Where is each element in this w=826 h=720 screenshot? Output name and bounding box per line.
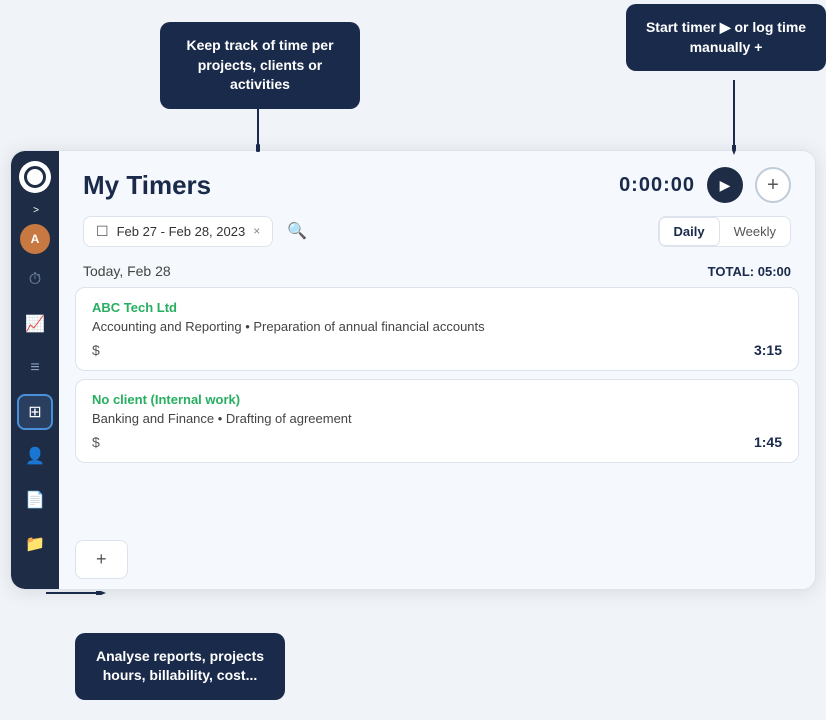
date-section: Today, Feb 28 TOTAL: 05:00 [59, 259, 815, 287]
entry-billing-0: $ [92, 342, 100, 358]
entry-card-0[interactable]: ABC Tech Ltd Accounting and Reporting • … [75, 287, 799, 371]
main-content: My Timers 0:00:00 ▶ + ☐ Feb 27 - Feb 28,… [59, 151, 815, 589]
play-icon: ▶ [720, 177, 731, 194]
filter-left: ☐ Feb 27 - Feb 28, 2023 × 🔍 [83, 215, 313, 247]
weekly-view-button[interactable]: Weekly [720, 217, 790, 246]
folders-icon: 📁 [25, 534, 45, 554]
entry-billing-1: $ [92, 434, 100, 450]
sidebar-item-analytics[interactable]: 📈 [17, 306, 53, 342]
entry-desc-0: Accounting and Reporting • Preparation o… [92, 319, 782, 334]
date-range-label: Feb 27 - Feb 28, 2023 [117, 224, 246, 239]
add-icon: + [767, 174, 779, 197]
add-entry-button[interactable]: + [75, 540, 128, 579]
timer-icon: ⏱ [29, 271, 41, 289]
entry-footer-1: $ 1:45 [92, 434, 782, 450]
analytics-icon: 📈 [25, 314, 45, 334]
sidebar: > A ⏱ 📈 ≡ ⊞ 👤 📄 📁 [11, 151, 59, 589]
sidebar-item-documents[interactable]: 📄 [17, 482, 53, 518]
add-entry-row: + [59, 530, 815, 589]
timer-display: 0:00:00 [619, 174, 695, 197]
sidebar-logo[interactable] [19, 161, 51, 193]
sidebar-item-grid[interactable]: ⊞ [17, 394, 53, 430]
entry-time-1: 1:45 [754, 434, 782, 450]
logo-icon [24, 166, 46, 188]
tooltip-track-time: Keep track of time per projects, clients… [160, 22, 360, 109]
total-label: TOTAL: 05:00 [708, 264, 791, 279]
date-label: Today, Feb 28 [83, 263, 171, 279]
entry-client-1: No client (Internal work) [92, 392, 782, 407]
play-button[interactable]: ▶ [707, 167, 743, 203]
filter-bar: ☐ Feb 27 - Feb 28, 2023 × 🔍 Daily Weekly [59, 215, 815, 259]
sidebar-item-folders[interactable]: 📁 [17, 526, 53, 562]
search-button[interactable]: 🔍 [281, 215, 313, 247]
list-icon: ≡ [30, 359, 39, 377]
sidebar-item-users[interactable]: 👤 [17, 438, 53, 474]
entry-time-0: 3:15 [754, 342, 782, 358]
view-toggle: Daily Weekly [658, 216, 791, 247]
page-title: My Timers [83, 170, 211, 201]
app-container: > A ⏱ 📈 ≡ ⊞ 👤 📄 📁 My Timers 0:00:00 [10, 150, 816, 590]
tooltip-start-timer: Start timer ▶ or log time manually + [626, 4, 826, 71]
tooltip-analyse-reports: Analyse reports, projects hours, billabi… [75, 633, 285, 700]
daily-view-button[interactable]: Daily [659, 217, 720, 246]
calendar-icon: ☐ [96, 223, 109, 240]
date-filter[interactable]: ☐ Feb 27 - Feb 28, 2023 × [83, 216, 273, 247]
sidebar-item-timers[interactable]: ⏱ [17, 262, 53, 298]
page-header: My Timers 0:00:00 ▶ + [59, 151, 815, 215]
header-actions: 0:00:00 ▶ + [619, 167, 791, 203]
search-icon: 🔍 [287, 221, 307, 241]
entry-desc-1: Banking and Finance • Drafting of agreem… [92, 411, 782, 426]
entry-footer-0: $ 3:15 [92, 342, 782, 358]
entry-card-1[interactable]: No client (Internal work) Banking and Fi… [75, 379, 799, 463]
users-icon: 👤 [25, 446, 45, 466]
user-avatar[interactable]: A [20, 224, 50, 254]
date-filter-close-icon[interactable]: × [253, 224, 260, 238]
sidebar-item-list[interactable]: ≡ [17, 350, 53, 386]
entry-client-0: ABC Tech Ltd [92, 300, 782, 315]
documents-icon: 📄 [25, 490, 45, 510]
grid-icon: ⊞ [28, 402, 41, 422]
add-timer-button[interactable]: + [755, 167, 791, 203]
entries-list: ABC Tech Ltd Accounting and Reporting • … [59, 287, 815, 530]
sidebar-expand-chevron[interactable]: > [33, 205, 39, 216]
